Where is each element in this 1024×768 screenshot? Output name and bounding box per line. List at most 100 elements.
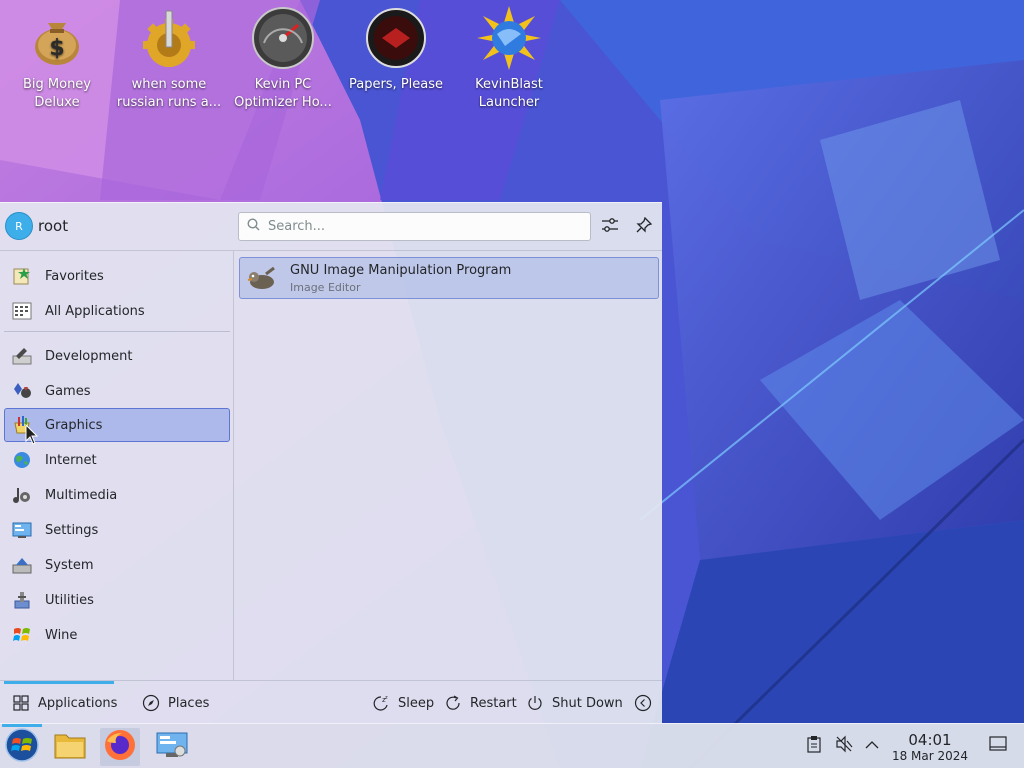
volume-button[interactable] [834, 735, 854, 757]
multimedia-icon [11, 484, 33, 506]
development-icon [11, 345, 33, 367]
clock-time: 04:01 [908, 731, 952, 749]
search-input[interactable] [268, 219, 568, 234]
show-desktop-button[interactable] [988, 736, 1008, 756]
desktop-icon-big-money[interactable]: $ Big Money Deluxe [2, 6, 112, 112]
grid-icon [12, 694, 30, 712]
tab-applications-label: Applications [38, 695, 118, 711]
globe-burst-icon [477, 6, 541, 70]
category-development[interactable]: Development [4, 339, 230, 373]
windows-logo-icon [5, 728, 39, 766]
app-name: GNU Image Manipulation Program [290, 263, 512, 278]
desktop-icon-russian[interactable]: when some russian runs a... [114, 6, 224, 112]
taskbar-file-manager[interactable] [50, 728, 90, 766]
mouse-pointer-icon [25, 423, 39, 450]
favorites-icon [11, 265, 33, 287]
category-separator [4, 331, 230, 332]
tab-applications[interactable]: Applications [12, 691, 117, 715]
clipboard-icon [806, 735, 822, 757]
desktop-icon-label: Papers, Please [348, 77, 444, 92]
category-label: Multimedia [45, 487, 118, 503]
all-applications-icon [11, 300, 33, 322]
taskbar: 04:01 18 Mar 2024 [0, 723, 1024, 768]
desktop-icon-papers-please[interactable]: Papers, Please [341, 6, 451, 94]
launcher-footer: Applications Places zz Sleep Restart Shu… [0, 680, 662, 724]
volume-muted-icon [835, 735, 853, 757]
category-system[interactable]: System [4, 548, 230, 582]
restart-icon [444, 694, 462, 712]
application-launcher: R root Favorites [0, 202, 662, 723]
shutdown-label: Shut Down [552, 695, 623, 711]
chevron-left-icon [634, 694, 652, 712]
games-icon [11, 380, 33, 402]
sleep-button[interactable]: zz Sleep [372, 691, 434, 715]
gimp-icon [246, 264, 276, 294]
active-tab-indicator [4, 681, 114, 684]
wine-icon [11, 624, 33, 646]
desktop-icon-label: when some russian runs a... [116, 77, 222, 110]
gear-icon [137, 6, 201, 70]
show-hidden-icons-button[interactable] [862, 736, 882, 756]
configure-button[interactable] [599, 216, 621, 238]
more-session-options-button[interactable] [634, 691, 660, 715]
launcher-header: R root [0, 203, 662, 251]
category-sidebar: Favorites All Applications Development G… [0, 251, 234, 680]
settings-icon [11, 519, 33, 541]
taskbar-firefox[interactable] [100, 728, 140, 766]
chevron-up-icon [865, 739, 879, 754]
tab-places-label: Places [168, 695, 210, 711]
sleep-icon: zz [372, 694, 390, 712]
digital-clock[interactable]: 04:01 18 Mar 2024 [888, 731, 972, 764]
internet-icon [11, 449, 33, 471]
svg-text:$: $ [49, 36, 64, 61]
category-wine[interactable]: Wine [4, 618, 230, 652]
show-desktop-icon [989, 736, 1007, 756]
shutdown-button[interactable]: Shut Down [526, 691, 623, 715]
category-label: Development [45, 348, 133, 364]
category-label: Internet [45, 452, 97, 468]
category-utilities[interactable]: Utilities [4, 583, 230, 617]
category-label: System [45, 557, 94, 573]
sliders-icon [601, 216, 619, 238]
desktop-icon-label: KevinBlast Launcher [475, 77, 543, 110]
category-all-applications[interactable]: All Applications [4, 294, 230, 328]
speedometer-icon [251, 6, 315, 70]
start-menu-button[interactable] [2, 728, 42, 766]
pin-button[interactable] [633, 216, 655, 238]
category-favorites[interactable]: Favorites [4, 259, 230, 293]
sleep-label: Sleep [398, 695, 435, 711]
category-label: Wine [45, 627, 78, 643]
power-icon [526, 694, 544, 712]
clock-date: 18 Mar 2024 [891, 749, 969, 763]
category-label: Graphics [45, 417, 103, 433]
category-label: Utilities [45, 592, 94, 608]
category-multimedia[interactable]: Multimedia [4, 478, 230, 512]
restart-label: Restart [470, 695, 517, 711]
search-field[interactable] [238, 212, 591, 241]
system-settings-icon [156, 730, 188, 764]
tab-places[interactable]: Places [142, 691, 209, 715]
system-icon [11, 554, 33, 576]
utilities-icon [11, 589, 33, 611]
desktop-icon-kevinblast[interactable]: KevinBlast Launcher [454, 6, 564, 112]
app-description: Image Editor [290, 281, 361, 294]
category-settings[interactable]: Settings [4, 513, 230, 547]
username: root [38, 217, 69, 235]
search-icon [247, 218, 260, 235]
compass-icon [142, 694, 160, 712]
app-list: GNU Image Manipulation Program Image Edi… [235, 251, 662, 680]
app-entry-gimp[interactable]: GNU Image Manipulation Program Image Edi… [239, 257, 659, 299]
desktop-icon-kevin-pc-optimizer[interactable]: Kevin PC Optimizer Ho... [228, 6, 338, 112]
category-label: Favorites [45, 268, 104, 284]
desktop-icon-label: Big Money Deluxe [22, 77, 91, 110]
svg-text:z: z [385, 695, 388, 701]
firefox-icon [104, 729, 136, 765]
category-games[interactable]: Games [4, 374, 230, 408]
desktop-icon-label: Kevin PC Optimizer Ho... [234, 77, 332, 110]
taskbar-system-settings[interactable] [152, 728, 192, 766]
launcher-active-indicator [2, 724, 42, 727]
restart-button[interactable]: Restart [444, 691, 517, 715]
clipboard-button[interactable] [804, 736, 824, 756]
avatar[interactable]: R [5, 212, 33, 240]
category-label: Settings [45, 522, 99, 538]
